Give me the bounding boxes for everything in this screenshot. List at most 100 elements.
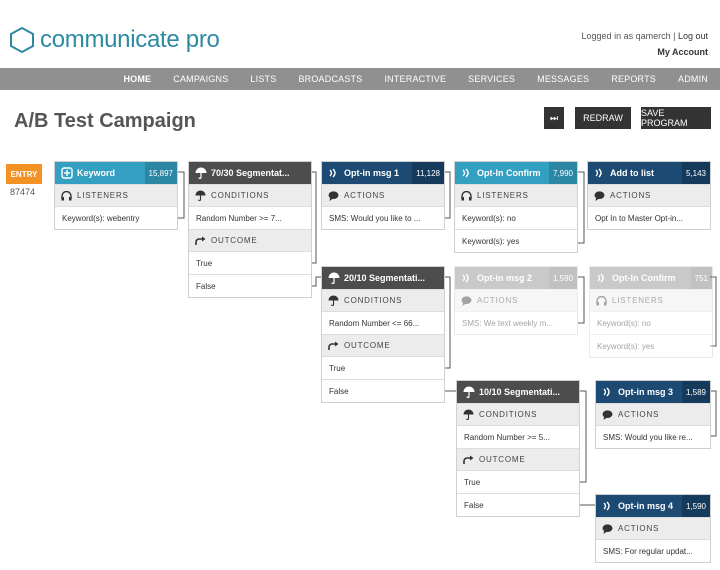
- optin-msg-2-card[interactable]: Opt-in msg 2 1,590 ACTIONS SMS: We text …: [454, 266, 578, 335]
- card-header[interactable]: Opt-in msg 4 1,590: [596, 495, 710, 517]
- card-count: 7,990: [548, 162, 577, 184]
- card-header[interactable]: Opt-in msg 3 1,589: [596, 381, 710, 403]
- section-label: LISTENERS: [612, 296, 664, 305]
- list-item[interactable]: SMS: We text weekly m...: [455, 311, 577, 334]
- optin-confirm-card-1[interactable]: Opt-In Confirm 7,990 LISTENERS Keyword(s…: [454, 161, 578, 253]
- logout-link[interactable]: Log out: [678, 31, 708, 41]
- section-label: CONDITIONS: [211, 191, 270, 200]
- app-page: communicate pro Logged in as qamerch | L…: [0, 0, 720, 570]
- umbrella-icon: [191, 167, 211, 179]
- section-label: OUTCOME: [211, 236, 258, 245]
- umbrella-icon: [459, 386, 479, 398]
- card-header[interactable]: Opt-In Confirm 7,990: [455, 162, 577, 184]
- outcome-false[interactable]: False: [322, 379, 444, 402]
- outcome-true[interactable]: True: [322, 356, 444, 379]
- list-item[interactable]: Keyword(s): no: [455, 206, 577, 229]
- card-count: 15,897: [144, 162, 177, 184]
- listeners-section: LISTENERS: [455, 184, 577, 206]
- broadcast-icon: [457, 168, 477, 178]
- headphones-icon: [55, 190, 77, 201]
- listeners-section: LISTENERS: [55, 184, 177, 206]
- list-item[interactable]: Opt In to Master Opt-in...: [588, 206, 710, 229]
- card-title: Opt-in msg 3: [618, 387, 674, 397]
- separator: |: [673, 31, 676, 41]
- segmentation-card-3[interactable]: 10/10 Segmentati... CONDITIONS Random Nu…: [456, 380, 580, 517]
- nav-services[interactable]: SERVICES: [468, 74, 515, 84]
- skip-forward-button[interactable]: ⏭: [544, 107, 564, 129]
- optin-confirm-card-2[interactable]: Opt-In Confirm 751 LISTENERS Keyword(s):…: [589, 266, 713, 358]
- card-header[interactable]: 70/30 Segmentat...: [189, 162, 311, 184]
- actions-section: ACTIONS: [596, 403, 710, 425]
- list-item[interactable]: SMS: For regular updat...: [596, 539, 710, 562]
- main-nav: HOME CAMPAIGNS LISTS BROADCASTS INTERACT…: [0, 68, 720, 90]
- forward-arrow-icon: [457, 455, 479, 465]
- section-label: ACTIONS: [618, 524, 660, 533]
- chat-bubble-icon: [596, 409, 618, 420]
- outcome-true[interactable]: True: [189, 251, 311, 274]
- umbrella-icon: [322, 295, 344, 306]
- list-item[interactable]: SMS: Would you like to ...: [322, 206, 444, 229]
- umbrella-icon: [189, 190, 211, 201]
- nav-lists[interactable]: LISTS: [250, 74, 276, 84]
- list-item[interactable]: SMS: Would you like re...: [596, 425, 710, 448]
- card-header[interactable]: Opt-in msg 1 11,128: [322, 162, 444, 184]
- chat-bubble-icon: [588, 190, 610, 201]
- outcome-section: OUTCOME: [457, 448, 579, 470]
- chat-bubble-icon: [455, 295, 477, 306]
- card-header[interactable]: 10/10 Segmentati...: [457, 381, 579, 403]
- nav-interactive[interactable]: INTERACTIVE: [384, 74, 446, 84]
- keyword-card[interactable]: Keyword 15,897 LISTENERS Keyword(s): web…: [54, 161, 178, 230]
- nav-broadcasts[interactable]: BROADCASTS: [298, 74, 362, 84]
- optin-msg-3-card[interactable]: Opt-in msg 3 1,589 ACTIONS SMS: Would yo…: [595, 380, 711, 449]
- entry-badge[interactable]: ENTRY: [6, 164, 42, 184]
- add-to-list-card[interactable]: Add to list 5,143 ACTIONS Opt In to Mast…: [587, 161, 711, 230]
- card-title: Opt-In Confirm: [477, 168, 541, 178]
- list-item[interactable]: Keyword(s): no: [590, 311, 712, 334]
- card-header[interactable]: 20/10 Segmentati...: [322, 267, 444, 289]
- outcome-false[interactable]: False: [457, 493, 579, 516]
- entry-code: 87474: [10, 187, 36, 197]
- outcome-true[interactable]: True: [457, 470, 579, 493]
- section-label: OUTCOME: [344, 341, 391, 350]
- user-box: Logged in as qamerch | Log out My Accoun…: [582, 28, 708, 60]
- outcome-false[interactable]: False: [189, 274, 311, 297]
- my-account-link[interactable]: My Account: [582, 44, 708, 60]
- optin-msg-4-card[interactable]: Opt-in msg 4 1,590 ACTIONS SMS: For regu…: [595, 494, 711, 563]
- list-item[interactable]: Keyword(s): webentry: [55, 206, 177, 229]
- card-title: Add to list: [610, 168, 654, 178]
- keyword-icon: [57, 167, 77, 179]
- broadcast-icon: [590, 168, 610, 178]
- card-title: Opt-in msg 2: [477, 273, 533, 283]
- list-item[interactable]: Keyword(s): yes: [455, 229, 577, 252]
- nav-reports[interactable]: REPORTS: [611, 74, 656, 84]
- broadcast-icon: [598, 387, 618, 397]
- card-header[interactable]: Opt-In Confirm 751: [590, 267, 712, 289]
- condition-row[interactable]: Random Number >= 7...: [189, 206, 311, 229]
- card-header[interactable]: Opt-in msg 2 1,590: [455, 267, 577, 289]
- nav-messages[interactable]: MESSAGES: [537, 74, 589, 84]
- forward-arrow-icon: [189, 236, 211, 246]
- nav-home[interactable]: HOME: [123, 74, 151, 84]
- brand-logo[interactable]: communicate pro: [10, 26, 220, 54]
- headphones-icon: [590, 295, 612, 306]
- actions-section: ACTIONS: [596, 517, 710, 539]
- card-count: 1,589: [681, 381, 710, 403]
- section-label: ACTIONS: [618, 410, 660, 419]
- segmentation-card-2[interactable]: 20/10 Segmentati... CONDITIONS Random Nu…: [321, 266, 445, 403]
- card-title: Opt-In Confirm: [612, 273, 676, 283]
- redraw-button[interactable]: REDRAW: [575, 107, 631, 129]
- segmentation-card-1[interactable]: 70/30 Segmentat... CONDITIONS Random Num…: [188, 161, 312, 298]
- condition-row[interactable]: Random Number <= 66...: [322, 311, 444, 334]
- actions-section: ACTIONS: [588, 184, 710, 206]
- card-header[interactable]: Add to list 5,143: [588, 162, 710, 184]
- section-label: LISTENERS: [477, 191, 529, 200]
- broadcast-icon: [598, 501, 618, 511]
- save-program-button[interactable]: SAVE PROGRAM: [641, 107, 711, 129]
- card-header[interactable]: Keyword 15,897: [55, 162, 177, 184]
- list-item[interactable]: Keyword(s): yes: [590, 334, 712, 357]
- nav-campaigns[interactable]: CAMPAIGNS: [173, 74, 228, 84]
- optin-msg-1-card[interactable]: Opt-in msg 1 11,128 ACTIONS SMS: Would y…: [321, 161, 445, 230]
- condition-row[interactable]: Random Number >= 5...: [457, 425, 579, 448]
- nav-admin[interactable]: ADMIN: [678, 74, 708, 84]
- section-label: LISTENERS: [77, 191, 129, 200]
